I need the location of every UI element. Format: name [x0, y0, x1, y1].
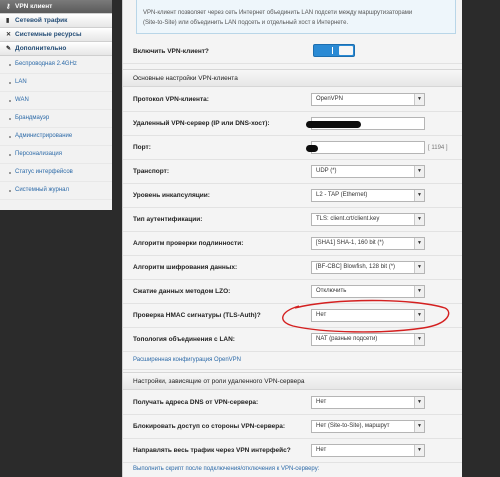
lzo-label: Сжатие данных методом LZO:: [133, 288, 231, 295]
chevron-down-icon: ▼: [414, 238, 424, 249]
wrench-icon: ✎: [6, 46, 12, 52]
server-row: Удаленный VPN-сервер (IP или DNS-хост):: [123, 112, 463, 136]
script-link-row: Выполнить скрипт после подключения/отклю…: [123, 463, 463, 477]
topology-value: NAT (разные подсети): [316, 336, 378, 342]
chevron-down-icon: ▼: [414, 421, 424, 432]
route-all-label: Направлять весь трафик через VPN интерфе…: [133, 447, 291, 454]
hash-value: [SHA1] SHA-1, 160 bit (*): [316, 240, 384, 246]
protocol-row: Протокол VPN-клиента: OpenVPN ▼: [123, 88, 463, 112]
route-all-select[interactable]: Нет ▼: [311, 444, 425, 457]
route-all-row: Направлять весь трафик через VPN интерфе…: [123, 439, 463, 463]
section-basic-settings: Основные настройки VPN-клиента: [123, 69, 463, 87]
chevron-down-icon: ▼: [414, 262, 424, 273]
block-label: Блокировать доступ со стороны VPN-сервер…: [133, 423, 286, 430]
red-annotation-ellipse: [282, 299, 450, 333]
dns-value: Нет: [316, 399, 327, 405]
cipher-select[interactable]: [BF-CBC] Blowfish, 128 bit (*) ▼: [311, 261, 425, 274]
tools-icon: ✕: [6, 32, 12, 38]
block-value: Нет (Site-to-Site), маршрут: [316, 423, 390, 429]
script-link[interactable]: Выполнить скрипт после подключения/отклю…: [133, 466, 319, 472]
sidebar-subitem-personalization[interactable]: Персонализация: [0, 146, 112, 164]
background-gap: [112, 0, 122, 477]
lzo-value: Отключить: [316, 288, 347, 294]
block-row: Блокировать доступ со стороны VPN-сервер…: [123, 415, 463, 439]
protocol-select[interactable]: OpenVPN ▼: [311, 93, 425, 106]
sidebar-subitem-wireless[interactable]: Беспроводная 2.4GHz: [0, 56, 112, 74]
key-icon: ⚷: [6, 4, 11, 10]
redacted-value: [306, 121, 361, 128]
sidebar-item-label: Сетевой трафик: [15, 17, 68, 24]
sidebar-item-label: Дополнительно: [15, 45, 67, 52]
port-hint: [ 1194 ]: [428, 145, 448, 151]
sidebar-item-vpn-client[interactable]: ⚷ VPN клиент: [0, 0, 112, 14]
chevron-down-icon: ▼: [414, 94, 424, 105]
dns-label: Получать адреса DNS от VPN-сервера:: [133, 399, 259, 406]
notice-line-1: VPN-клиент позволяет через сеть Интернет…: [143, 10, 413, 16]
section-server-role-settings: Настройки, зависящие от роли удаленного …: [123, 372, 463, 390]
protocol-label: Протокол VPN-клиента:: [133, 96, 209, 103]
auth-select[interactable]: TLS: client.crt/client.key ▼: [311, 213, 425, 226]
toggle-knob: [339, 46, 353, 55]
dns-row: Получать адреса DNS от VPN-сервера: Нет …: [123, 391, 463, 415]
sidebar-subitem-lan[interactable]: LAN: [0, 74, 112, 92]
hash-row: Алгоритм проверки подлинности: [SHA1] SH…: [123, 232, 463, 256]
sidebar-item-advanced[interactable]: ✎ Дополнительно: [0, 42, 112, 56]
sidebar-subitem-firewall[interactable]: Брандмауэр: [0, 110, 112, 128]
sidebar-subitem-interface-status[interactable]: Статус интерфейсов: [0, 164, 112, 182]
settings-panel: VPN-клиент позволяет через сеть Интернет…: [122, 0, 463, 477]
enable-vpn-toggle[interactable]: [313, 44, 355, 57]
transport-select[interactable]: UDP (*) ▼: [311, 165, 425, 178]
server-label: Удаленный VPN-сервер (IP или DNS-хост):: [133, 120, 270, 127]
hash-label: Алгоритм проверки подлинности:: [133, 240, 244, 247]
encap-select[interactable]: L2 - TAP (Ethernet) ▼: [311, 189, 425, 202]
auth-row: Тип аутентификации: TLS: client.crt/clie…: [123, 208, 463, 232]
dns-select[interactable]: Нет ▼: [311, 396, 425, 409]
sidebar-subitem-system-log[interactable]: Системный журнал: [0, 182, 112, 200]
encap-label: Уровень инкапсуляции:: [133, 192, 210, 199]
chart-icon: ▮: [6, 18, 10, 24]
transport-label: Транспорт:: [133, 168, 169, 175]
sidebar-subitem-wan[interactable]: WAN: [0, 92, 112, 110]
toggle-on-marker: [332, 47, 333, 54]
chevron-down-icon: ▼: [414, 214, 424, 225]
auth-value: TLS: client.crt/client.key: [316, 216, 380, 222]
block-select[interactable]: Нет (Site-to-Site), маршрут ▼: [311, 420, 425, 433]
info-notice: VPN-клиент позволяет через сеть Интернет…: [136, 0, 456, 34]
background-right: [462, 0, 500, 477]
route-all-value: Нет: [316, 447, 327, 453]
hmac-label: Проверка HMAC сигнатуры (TLS-Auth)?: [133, 312, 261, 319]
transport-row: Транспорт: UDP (*) ▼: [123, 160, 463, 184]
sidebar: ⚷ VPN клиент ▮ Сетевой трафик ✕ Системные р…: [0, 0, 112, 210]
sidebar-item-label: VPN клиент: [15, 3, 53, 10]
chevron-down-icon: ▼: [414, 397, 424, 408]
enable-vpn-label: Включить VPN-клиент?: [133, 48, 209, 55]
encap-value: L2 - TAP (Ethernet): [316, 192, 368, 198]
advanced-link-row: Расширенная конфигурация OpenVPN: [123, 352, 463, 370]
redacted-value: [306, 145, 318, 152]
enable-vpn-row: Включить VPN-клиент?: [123, 38, 463, 64]
sidebar-item-network-traffic[interactable]: ▮ Сетевой трафик: [0, 14, 112, 28]
sidebar-subitem-administration[interactable]: Администрирование: [0, 128, 112, 146]
chevron-down-icon: ▼: [414, 190, 424, 201]
chevron-down-icon: ▼: [414, 166, 424, 177]
cipher-label: Алгоритм шифрования данных:: [133, 264, 238, 271]
chevron-down-icon: ▼: [414, 445, 424, 456]
transport-value: UDP (*): [316, 168, 337, 174]
port-label: Порт:: [133, 144, 151, 151]
protocol-value: OpenVPN: [316, 96, 344, 102]
hash-select[interactable]: [SHA1] SHA-1, 160 bit (*) ▼: [311, 237, 425, 250]
cipher-value: [BF-CBC] Blowfish, 128 bit (*): [316, 264, 396, 270]
sidebar-item-label: Системные ресурсы: [15, 31, 82, 38]
cipher-row: Алгоритм шифрования данных: [BF-CBC] Blo…: [123, 256, 463, 280]
auth-label: Тип аутентификации:: [133, 216, 203, 223]
port-input[interactable]: [311, 141, 425, 154]
advanced-config-link[interactable]: Расширенная конфигурация OpenVPN: [133, 357, 241, 363]
port-row: Порт: [ 1194 ]: [123, 136, 463, 160]
notice-line-2: (Site-to-Site) или объединить LAN подсет…: [143, 20, 349, 26]
topology-label: Топология объединения с LAN:: [133, 336, 235, 343]
encap-row: Уровень инкапсуляции: L2 - TAP (Ethernet…: [123, 184, 463, 208]
sidebar-item-system-resources[interactable]: ✕ Системные ресурсы: [0, 28, 112, 42]
